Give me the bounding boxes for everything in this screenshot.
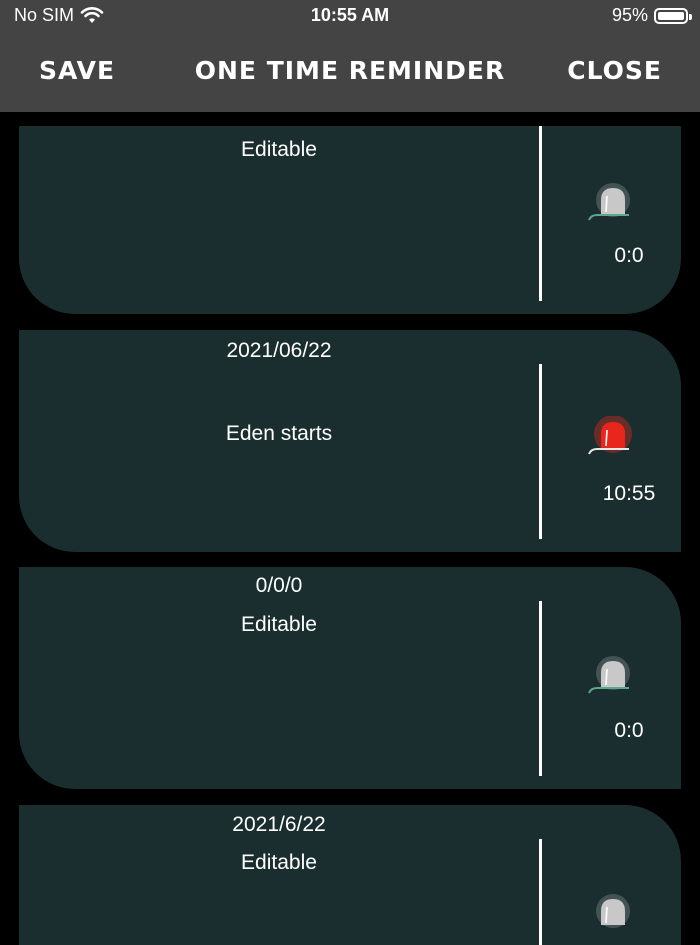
battery-status: 95% [611, 5, 692, 26]
reminder-text[interactable]: Editable [19, 851, 539, 875]
reminder-text[interactable]: Editable [19, 138, 539, 162]
reminder-time: 10:55 [602, 482, 656, 505]
reminder-card[interactable]: 0/0/0 Editable 0:0 [19, 567, 681, 789]
bell-icon[interactable] [587, 182, 637, 222]
battery-icon [654, 7, 692, 24]
clock: 10:55 AM [310, 5, 390, 25]
divider [539, 126, 542, 301]
reminder-date: 2021/6/22 [232, 813, 326, 836]
bell-icon[interactable] [587, 655, 637, 695]
status-bar: No SIM 10:55 AM 95% [0, 0, 700, 30]
reminder-text[interactable]: Eden starts [19, 422, 539, 446]
divider [539, 601, 542, 776]
divider [539, 839, 542, 945]
battery-percent: 95% [611, 5, 648, 25]
reminder-date: 2021/06/22 [226, 339, 332, 362]
alarm-bell-icon[interactable] [587, 416, 637, 456]
app-header: No SIM 10:55 AM 95% SAVE ONE TIME REMIND… [0, 0, 700, 112]
reminder-card[interactable]: Editable 0:0 [19, 126, 681, 314]
close-button[interactable]: CLOSE [567, 56, 662, 85]
bell-icon[interactable] [587, 893, 637, 933]
reminder-text[interactable]: Editable [19, 613, 539, 637]
divider [539, 364, 542, 539]
reminder-date: 0/0/0 [255, 574, 303, 597]
reminder-card[interactable]: 2021/06/22 Eden starts 10:55 [19, 330, 681, 552]
reminder-time: 0:0 [614, 719, 644, 742]
reminder-card[interactable]: 2021/6/22 Editable [19, 805, 681, 945]
reminder-time: 0:0 [614, 244, 644, 267]
